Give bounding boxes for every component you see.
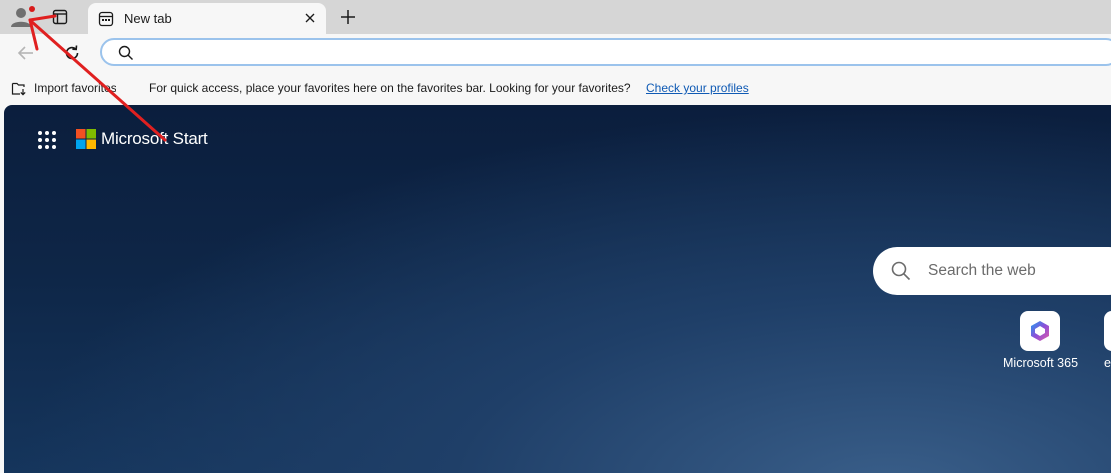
check-profiles-link[interactable]: Check your profiles (646, 81, 749, 95)
refresh-button[interactable] (62, 43, 82, 63)
favorites-bar-message: For quick access, place your favorites h… (149, 81, 631, 95)
quick-link-tile (1020, 311, 1060, 351)
tab-strip: New tab (0, 0, 1111, 34)
import-favorites-button[interactable]: Import favorites (34, 81, 116, 95)
apps-grid-icon[interactable] (36, 129, 58, 151)
tab-actions-button[interactable] (52, 9, 68, 25)
back-button[interactable] (16, 43, 36, 63)
quick-link-label: Microsoft 365 (1003, 356, 1079, 370)
notification-dot (29, 6, 35, 12)
microsoft-logo-icon (76, 129, 96, 149)
plus-icon (341, 10, 355, 24)
new-tab-button[interactable] (338, 7, 358, 27)
favorites-bar: Import favorites For quick access, place… (0, 72, 1111, 105)
microsoft-365-icon (1031, 321, 1049, 341)
web-search-box[interactable]: Search the web (873, 247, 1111, 295)
import-favorites-icon (11, 82, 26, 96)
search-icon (891, 261, 911, 281)
quick-link-label: e (1104, 356, 1111, 370)
new-tab-page: Microsoft Start Search the web Microsoft… (4, 105, 1111, 473)
close-icon[interactable] (302, 10, 318, 26)
back-arrow-icon (17, 46, 33, 60)
search-placeholder: Search the web (928, 262, 1036, 279)
search-icon (118, 45, 133, 60)
tab-new-tab[interactable]: New tab (88, 3, 326, 34)
toolbar (0, 34, 1111, 72)
address-bar[interactable] (100, 38, 1111, 66)
microsoft-start-brand[interactable]: Microsoft Start (101, 129, 208, 149)
tab-actions-icon (52, 9, 68, 25)
new-tab-favicon (98, 11, 114, 27)
quick-link-tile (1104, 311, 1111, 351)
tab-title: New tab (124, 11, 172, 26)
refresh-icon (65, 45, 79, 60)
